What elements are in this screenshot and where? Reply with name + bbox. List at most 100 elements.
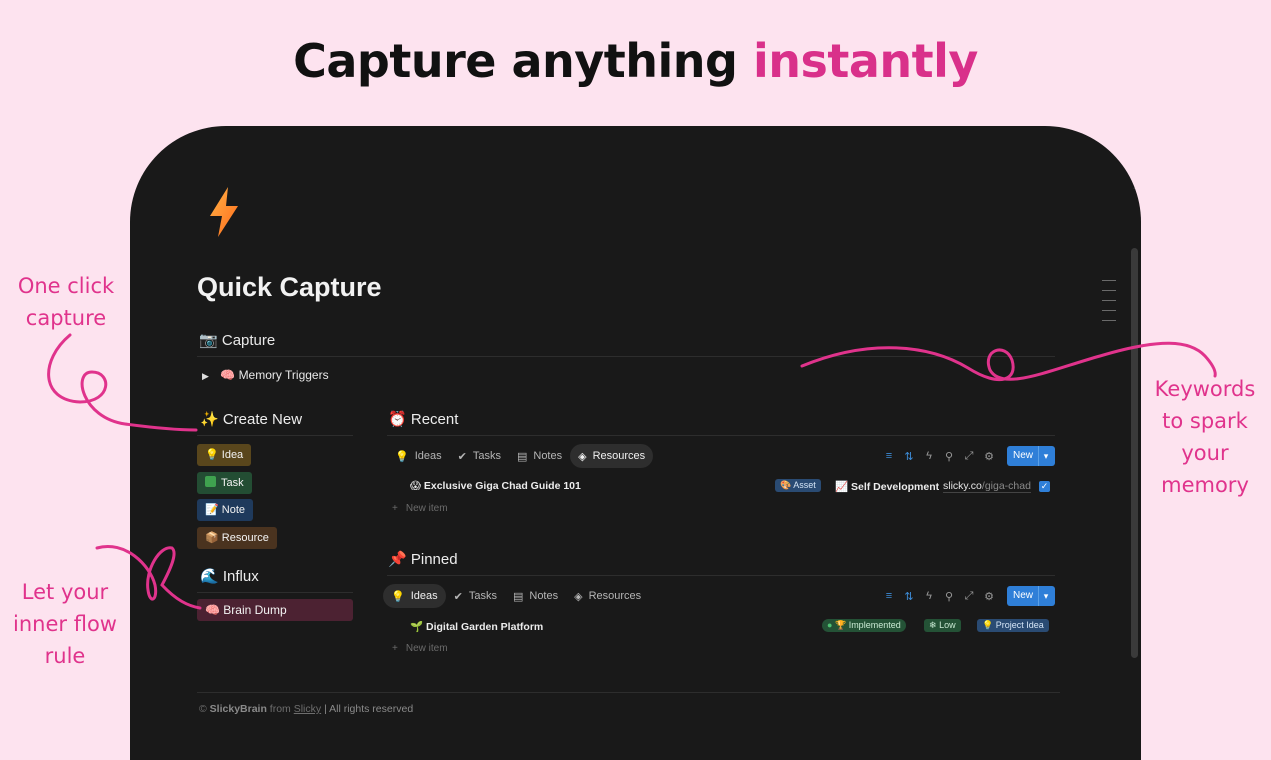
- influx-label: Influx: [222, 568, 259, 585]
- note-icon: 📝: [205, 504, 219, 516]
- box-icon: ◈: [574, 590, 583, 603]
- resource-link[interactable]: slicky.co/giga-chad: [943, 480, 1031, 493]
- divider: [387, 575, 1055, 576]
- memory-triggers-toggle[interactable]: ▶ 🧠 Memory Triggers: [202, 368, 329, 382]
- wave-icon: 🌊: [200, 568, 219, 585]
- create-note-label: Note: [221, 504, 246, 516]
- brain-dump-button[interactable]: 🧠 Brain Dump: [197, 599, 353, 621]
- outline-marker[interactable]: [1102, 300, 1116, 301]
- footer-company-link[interactable]: Slicky: [294, 703, 321, 715]
- tab-label: Tasks: [468, 590, 497, 602]
- settings-icon[interactable]: ⚙: [983, 590, 995, 603]
- tab-tasks[interactable]: ✔ Tasks: [446, 584, 505, 608]
- asset-tag: 🎨 Asset: [775, 479, 821, 492]
- sort-icon[interactable]: ⇅: [903, 450, 915, 463]
- camera-icon: 📷: [199, 332, 218, 349]
- divider: [197, 692, 1060, 693]
- category-badge: 💡 Project Idea: [977, 619, 1049, 632]
- document-icon: ▤: [512, 590, 524, 603]
- capture-heading-label: Capture: [221, 332, 276, 349]
- lightning-icon[interactable]: ϟ: [923, 590, 935, 602]
- divider: [197, 435, 353, 436]
- create-idea-label: Idea: [221, 449, 244, 461]
- tab-label: Tasks: [472, 450, 501, 462]
- lightbulb-icon: 💡: [982, 620, 994, 630]
- checkbox-icon: [205, 476, 216, 487]
- pinned-tabs: 💡 Ideas ✔ Tasks ▤ Notes ◈ Resources: [383, 584, 649, 608]
- row-title: Exclusive Giga Chad Guide 101: [423, 480, 581, 492]
- pinned-heading: 📌 Pinned: [388, 550, 458, 568]
- outline-marker[interactable]: [1102, 320, 1116, 321]
- outline-marker[interactable]: [1102, 310, 1116, 311]
- pinned-label: Pinned: [410, 551, 458, 568]
- snowflake-icon: ❄: [929, 620, 937, 630]
- box-icon: ◈: [578, 450, 587, 463]
- scrollbar[interactable]: [1131, 248, 1138, 658]
- tab-resources[interactable]: ◈ Resources: [566, 584, 649, 608]
- asset-tag-label: Asset: [793, 480, 816, 490]
- create-note-button[interactable]: 📝 Note: [197, 499, 254, 521]
- tab-notes[interactable]: ▤ Notes: [505, 584, 566, 608]
- search-icon[interactable]: ⚲: [943, 590, 955, 603]
- area-relation[interactable]: 📈 Self Development: [835, 480, 939, 493]
- table-row[interactable]: 🌱 Digital Garden Platform: [410, 620, 543, 633]
- pushpin-icon: 📌: [388, 551, 407, 568]
- chevron-down-icon[interactable]: ▾: [1038, 446, 1053, 466]
- filter-icon[interactable]: ≡: [883, 450, 895, 462]
- footer: © SlickyBrain from Slicky | All rights r…: [199, 703, 413, 715]
- annotation-flow: Let your inner flow rule: [13, 580, 117, 668]
- tab-label: Notes: [533, 450, 563, 462]
- recent-label: Recent: [410, 411, 459, 428]
- create-resource-button[interactable]: 📦 Resource: [197, 527, 277, 549]
- row-title: Digital Garden Platform: [426, 621, 544, 633]
- copyright-icon: ©: [199, 703, 207, 715]
- chevron-down-icon[interactable]: ▾: [1038, 586, 1053, 606]
- divider: [197, 592, 353, 593]
- tab-resources[interactable]: ◈ Resources: [570, 444, 654, 468]
- filter-icon[interactable]: ≡: [883, 590, 895, 602]
- influx-heading: 🌊 Influx: [200, 567, 259, 585]
- settings-icon[interactable]: ⚙: [983, 450, 995, 463]
- pinned-toolbar: ≡ ⇅ ϟ ⚲ ⤢ ⚙: [883, 586, 995, 606]
- create-new-heading: ✨ Create New: [200, 410, 302, 428]
- table-row[interactable]: 😱 Exclusive Giga Chad Guide 101: [410, 480, 581, 492]
- new-button-label: New: [1013, 590, 1034, 601]
- lightbulb-icon: 💡: [205, 449, 219, 461]
- outline-marker[interactable]: [1102, 280, 1116, 281]
- sort-icon[interactable]: ⇅: [903, 590, 915, 603]
- headline-accent: instantly: [752, 34, 978, 88]
- palette-icon: 🎨: [780, 480, 792, 490]
- recent-new-button[interactable]: New ▾: [1007, 446, 1055, 466]
- lightbulb-icon: 💡: [391, 590, 405, 603]
- tab-notes[interactable]: ▤ Notes: [509, 444, 570, 468]
- tab-tasks[interactable]: ✔ Tasks: [450, 444, 509, 468]
- expand-icon[interactable]: ⤢: [963, 450, 975, 463]
- create-task-button[interactable]: Task: [197, 472, 252, 494]
- recent-toolbar: ≡ ⇅ ϟ ⚲ ⤢ ⚙: [883, 446, 995, 466]
- new-button-label: New: [1013, 450, 1034, 461]
- check-circle-icon: ✔: [453, 590, 463, 603]
- url-domain: slicky.co: [943, 480, 982, 492]
- page-title: Quick Capture: [197, 272, 382, 302]
- divider: [197, 356, 1055, 357]
- new-item-row[interactable]: + New item: [392, 643, 448, 654]
- new-item-row[interactable]: + New item: [392, 503, 448, 514]
- chart-icon: 📈: [835, 481, 849, 493]
- scroll-up-icon[interactable]: ▲: [1132, 184, 1139, 191]
- done-checkbox[interactable]: ✓: [1039, 481, 1050, 492]
- app-window: Quick Capture 📷 Capture ▶ 🧠 Memory Trigg…: [130, 126, 1141, 760]
- alarm-clock-icon: ⏰: [388, 411, 407, 428]
- tab-label: Ideas: [414, 450, 442, 462]
- recent-tabs: 💡 Ideas ✔ Tasks ▤ Notes ◈ Resources: [387, 444, 654, 468]
- triangle-right-icon: ▶: [202, 371, 209, 381]
- search-icon[interactable]: ⚲: [943, 450, 955, 463]
- outline-marker[interactable]: [1102, 290, 1116, 291]
- brain-icon: 🧠: [205, 603, 220, 617]
- expand-icon[interactable]: ⤢: [963, 590, 975, 603]
- seedling-icon: 🌱: [410, 621, 424, 633]
- create-idea-button[interactable]: 💡 Idea: [197, 444, 252, 466]
- pinned-new-button[interactable]: New ▾: [1007, 586, 1055, 606]
- tab-ideas[interactable]: 💡 Ideas: [383, 584, 446, 608]
- tab-ideas[interactable]: 💡 Ideas: [387, 444, 450, 468]
- lightning-icon[interactable]: ϟ: [923, 450, 935, 462]
